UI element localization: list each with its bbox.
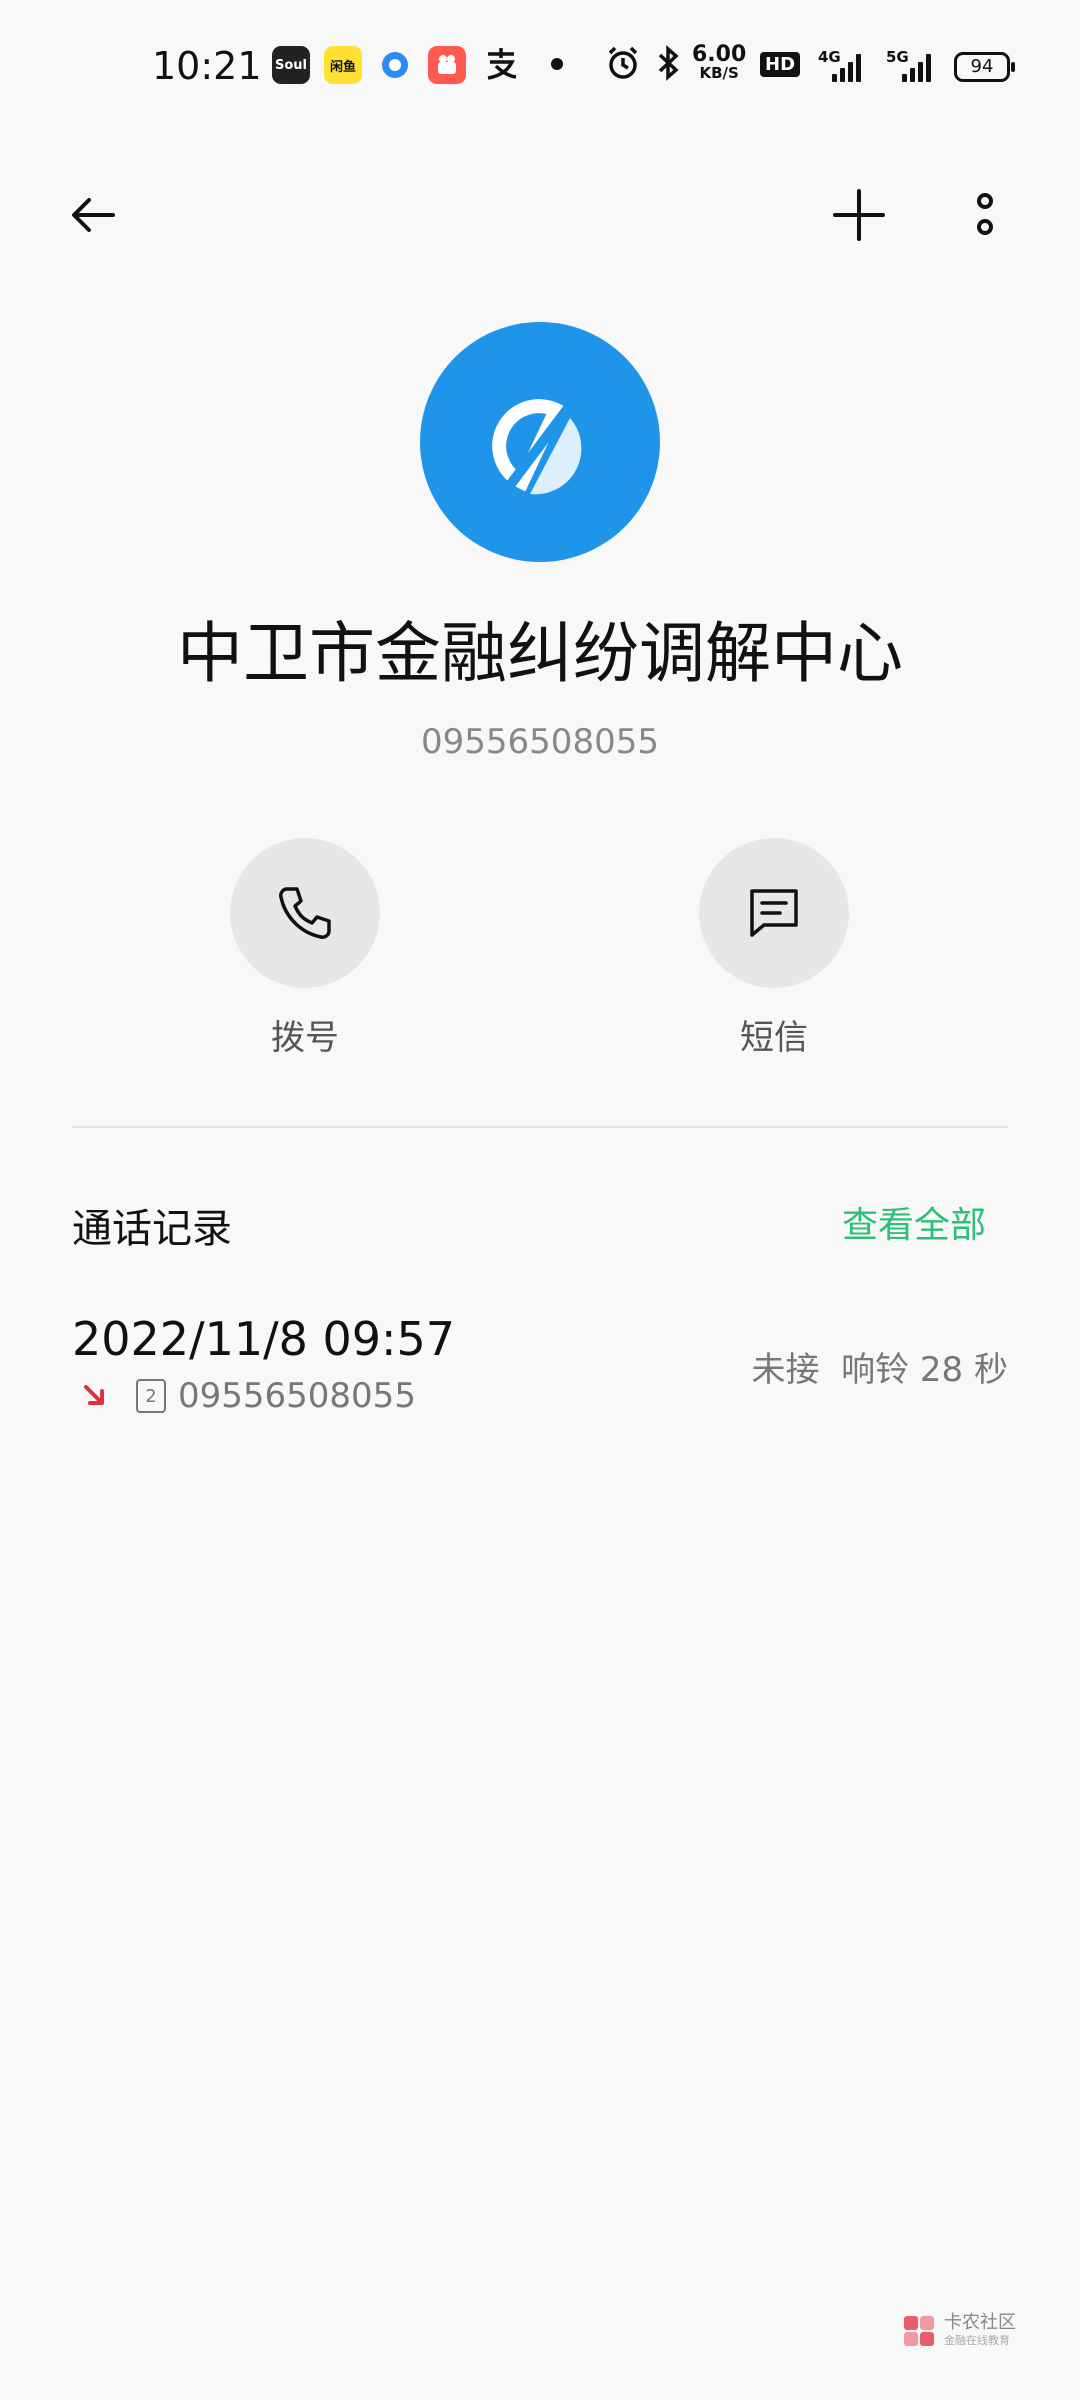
call-log-title: 通话记录: [72, 1206, 232, 1252]
call-details: 2 09556508055: [80, 1376, 416, 1416]
more-vertical-icon: [977, 193, 993, 235]
net-speed-value: 6.00: [692, 42, 747, 67]
kuaishou-app-icon: [428, 46, 466, 84]
signal-1-icon: [832, 52, 861, 82]
contact-number[interactable]: 09556508055: [0, 722, 1080, 762]
sms-button[interactable]: [699, 838, 849, 988]
net-speed: 6.00 KB/S: [692, 42, 747, 83]
dot-icon: [550, 44, 564, 91]
bluetooth-icon: [654, 44, 684, 91]
alarm-icon: [604, 44, 642, 91]
call-status: 未接 响铃 28 秒: [751, 1350, 1009, 1390]
dial-button[interactable]: [230, 838, 380, 988]
contact-avatar: [420, 322, 660, 562]
signal-2-icon: [902, 52, 931, 82]
dial-action[interactable]: 拨号: [230, 838, 380, 1059]
browser-app-icon: [376, 46, 414, 84]
avatar-logo-icon: [492, 389, 584, 495]
hd-badge: HD: [760, 52, 801, 77]
dial-label: 拨号: [271, 1018, 339, 1058]
status-bar: 10:21 Soul 闲鱼 6.00 KB/S HD 4G 5G 94: [0, 0, 1080, 140]
more-options-button[interactable]: [940, 170, 1030, 260]
watermark: 卡农社区 金融在线教育: [900, 2312, 1016, 2350]
call-number: 09556508055: [178, 1376, 416, 1416]
contact-name: 中卫市金融纠纷调解中心: [177, 615, 903, 692]
view-all-link[interactable]: 查看全部: [842, 1196, 986, 1248]
sms-action[interactable]: 短信: [699, 838, 849, 1059]
watermark-title: 卡农社区: [944, 2312, 1016, 2333]
back-arrow-icon: [72, 198, 115, 232]
xianyu-app-icon: 闲鱼: [324, 46, 362, 84]
battery-indicator: 94: [954, 52, 1015, 82]
missed-call-arrow-icon: [84, 1385, 104, 1405]
message-icon: [750, 889, 798, 937]
phone-icon: [279, 887, 331, 939]
plus-icon: [833, 189, 885, 241]
watermark-subtitle: 金融在线教育: [944, 2334, 1010, 2347]
soul-app-icon: Soul: [272, 46, 310, 84]
section-divider: [72, 1126, 1008, 1128]
alipay-icon: [482, 44, 520, 91]
sim-card-icon: 2: [136, 1379, 166, 1413]
net-speed-unit: KB/S: [699, 64, 739, 82]
sms-label: 短信: [740, 1018, 808, 1058]
watermark-logo-icon: [904, 2316, 934, 2346]
status-time: 10:21: [152, 44, 262, 88]
call-datetime: 2022/11/8 09:57: [72, 1312, 456, 1366]
add-contact-button[interactable]: [814, 170, 904, 260]
back-button[interactable]: [48, 170, 138, 260]
